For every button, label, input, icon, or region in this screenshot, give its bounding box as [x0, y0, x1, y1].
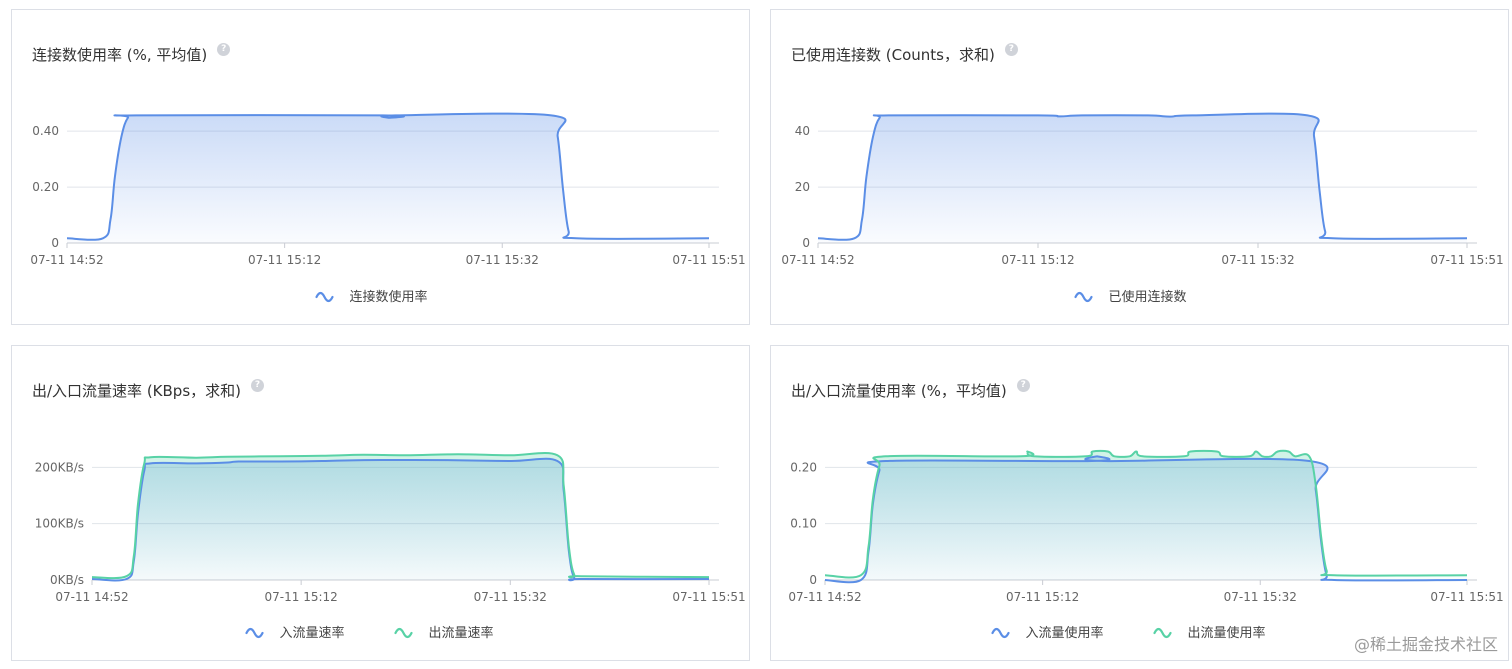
y-tick-label: 0 — [802, 236, 810, 250]
legend-wave-icon — [1074, 291, 1093, 303]
legend-label: 入流量使用率 — [1026, 625, 1104, 641]
y-tick-label: 0.20 — [790, 460, 817, 474]
y-tick-label: 0.20 — [32, 180, 59, 194]
x-tick-label: 07-11 15:51 — [672, 590, 745, 604]
y-tick-label: 0.40 — [32, 124, 59, 138]
y-tick-label: 0 — [51, 236, 59, 250]
chart-panel-traffic-usage: 出/入口流量使用率 (%，平均值) ? 0 0.10 0.20 07-11 14:52… — [770, 345, 1509, 661]
x-tick-label: 07-11 15:32 — [1224, 590, 1297, 604]
x-tick-label: 07-11 15:32 — [466, 253, 539, 267]
legend-wave-icon — [991, 627, 1010, 639]
x-tick-label: 07-11 15:12 — [1001, 253, 1074, 267]
legend-wave-icon — [315, 291, 334, 303]
x-tick-label: 07-11 15:32 — [1221, 253, 1294, 267]
legend-item: 连接数使用率 — [315, 289, 428, 305]
x-tick-label: 07-11 14:52 — [788, 590, 861, 604]
legend-wave-icon — [394, 627, 413, 639]
y-tick-label: 200KB/s — [35, 460, 84, 474]
x-tick-label: 07-11 15:32 — [474, 590, 547, 604]
chart-svg-traffic-rate: 0KB/s 100KB/s 200KB/s 07-11 14:52 07-11 15:1… — [35, 452, 746, 641]
series-area — [67, 113, 709, 244]
legend-item: 入流量速率 — [245, 625, 345, 641]
legend-wave-icon — [245, 627, 264, 639]
chart-svg-traffic-usage: 0 0.10 0.20 07-11 14:52 07-11 15:12 07-11 15:… — [788, 449, 1504, 641]
x-tick-label: 07-11 15:12 — [265, 590, 338, 604]
legend-label: 入流量速率 — [280, 625, 345, 641]
legend-label: 连接数使用率 — [350, 289, 428, 305]
chart-panel-connection-usage: 连接数使用率 (%, 平均值) ? 0 0.20 0.40 07-11 14:52 07… — [11, 9, 750, 325]
x-tick-label: 07-11 14:52 — [781, 253, 854, 267]
chart-panel-traffic-rate: 出/入口流量速率 (KBps，求和) ? 0KB/s 100KB/s 200KB/s… — [11, 345, 750, 661]
series-area — [818, 113, 1467, 244]
chart-panel-used-connections: 已使用连接数 (Counts，求和) ? 0 20 40 07-11 14:52 07-… — [770, 9, 1509, 325]
chart-svg-used-connections: 0 20 40 07-11 14:52 07-11 15:12 07-11 15:32 07… — [781, 112, 1504, 305]
series-area — [92, 452, 709, 580]
y-tick-label: 20 — [795, 180, 810, 194]
x-tick-label: 07-11 15:51 — [1430, 253, 1503, 267]
x-tick-label: 07-11 15:51 — [1430, 590, 1503, 604]
y-tick-label: 0.10 — [790, 517, 817, 531]
x-tick-label: 07-11 14:52 — [55, 590, 128, 604]
x-tick-label: 07-11 15:12 — [248, 253, 321, 267]
y-tick-label: 40 — [795, 124, 810, 138]
legend-item: 出流量速率 — [394, 625, 494, 641]
x-tick-label: 07-11 14:52 — [30, 253, 103, 267]
series-area — [825, 450, 1467, 580]
legend-wave-icon — [1153, 627, 1172, 639]
legend-label: 已使用连接数 — [1109, 289, 1187, 305]
x-tick-label: 07-11 15:51 — [672, 253, 745, 267]
legend-item: 入流量使用率 — [991, 625, 1104, 641]
y-tick-label: 0KB/s — [50, 573, 84, 587]
legend-label: 出流量使用率 — [1188, 625, 1266, 641]
legend-item: 已使用连接数 — [1074, 289, 1187, 305]
legend-label: 出流量速率 — [429, 625, 494, 641]
y-tick-label: 100KB/s — [35, 517, 84, 531]
chart-svg-connection-usage: 0 0.20 0.40 07-11 14:52 07-11 15:12 07-11 15:… — [30, 112, 746, 305]
watermark: @稀土掘金技术社区 — [1353, 635, 1498, 654]
legend-item: 出流量使用率 — [1153, 625, 1266, 641]
x-tick-label: 07-11 15:12 — [1006, 590, 1079, 604]
y-tick-label: 0 — [809, 573, 817, 587]
